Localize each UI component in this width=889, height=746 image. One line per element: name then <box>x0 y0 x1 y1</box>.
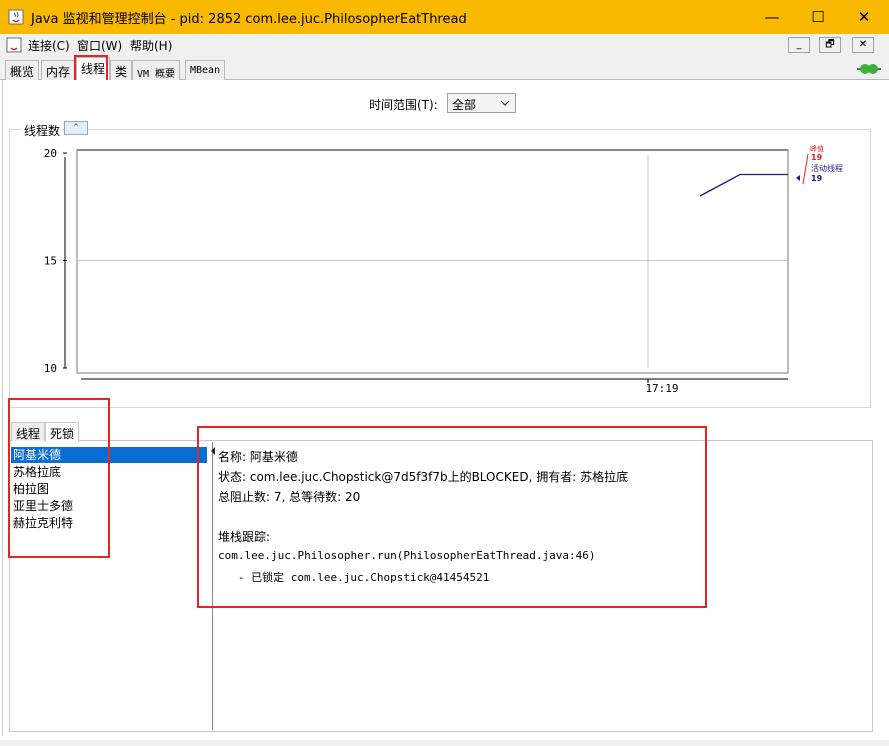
plot-area <box>76 149 789 374</box>
connection-status-icon <box>857 64 881 74</box>
maximize-window-button[interactable]: ☐ <box>795 0 841 34</box>
java-menu-icon[interactable] <box>6 37 22 53</box>
highlight-deadlock-list <box>8 398 110 558</box>
chart-title: 线程数 <box>21 122 64 139</box>
window-bottom-border <box>0 740 889 746</box>
window-title: Java 监视和管理控制台 - pid: 2852 com.lee.juc.Ph… <box>31 12 467 27</box>
mdi-close-button[interactable]: ✕ <box>852 37 874 53</box>
mdi-minimize-button[interactable]: _ <box>788 37 810 53</box>
menu-window[interactable]: 窗口(W) <box>77 37 122 54</box>
tab-mbean[interactable]: MBean <box>185 60 226 80</box>
tab-vm-summary[interactable]: VM 概要 <box>132 60 181 80</box>
minimize-icon: _ <box>796 39 802 50</box>
close-icon: ✕ <box>858 39 868 50</box>
legend-connector <box>802 153 809 185</box>
minimize-icon: — <box>764 8 780 26</box>
menu-connection[interactable]: 连接(C) <box>28 37 70 54</box>
y-tick-label: 10 <box>44 362 57 375</box>
time-range-label: 时间范围(T): <box>369 98 438 112</box>
mdi-restore-button[interactable]: 🗗 <box>819 37 841 53</box>
current-value-marker <box>796 175 800 181</box>
x-tick-label: 17:19 <box>645 382 678 395</box>
tab-classes[interactable]: 类 <box>110 60 133 80</box>
chevron-down-icon <box>500 100 510 106</box>
maximize-icon: ☐ <box>811 8 825 26</box>
menu-help[interactable]: 帮助(H) <box>130 37 172 54</box>
legend-active-label: 活动线程 <box>811 163 843 173</box>
java-app-icon <box>8 9 24 25</box>
legend-peak-value: 19 <box>811 153 823 162</box>
y-tick-label: 20 <box>44 147 57 160</box>
thread-count-chart: 20151017:19峰值19活动线程19 <box>44 144 843 395</box>
close-window-button[interactable]: ✕ <box>841 0 887 34</box>
close-icon: ✕ <box>857 8 871 26</box>
highlight-deadlock-detail <box>197 426 707 608</box>
collapse-chart-button[interactable]: ⌃ <box>64 121 88 135</box>
tab-memory[interactable]: 内存 <box>41 60 76 80</box>
tab-overview[interactable]: 概览 <box>5 60 40 80</box>
restore-icon: 🗗 <box>825 39 835 50</box>
y-tick-label: 15 <box>44 255 57 268</box>
double-chevron-up-icon: ⌃ <box>72 123 80 133</box>
legend-peak-label: 峰值 <box>810 144 824 153</box>
legend-active-value: 19 <box>811 174 823 183</box>
minimize-window-button[interactable]: — <box>749 0 795 34</box>
